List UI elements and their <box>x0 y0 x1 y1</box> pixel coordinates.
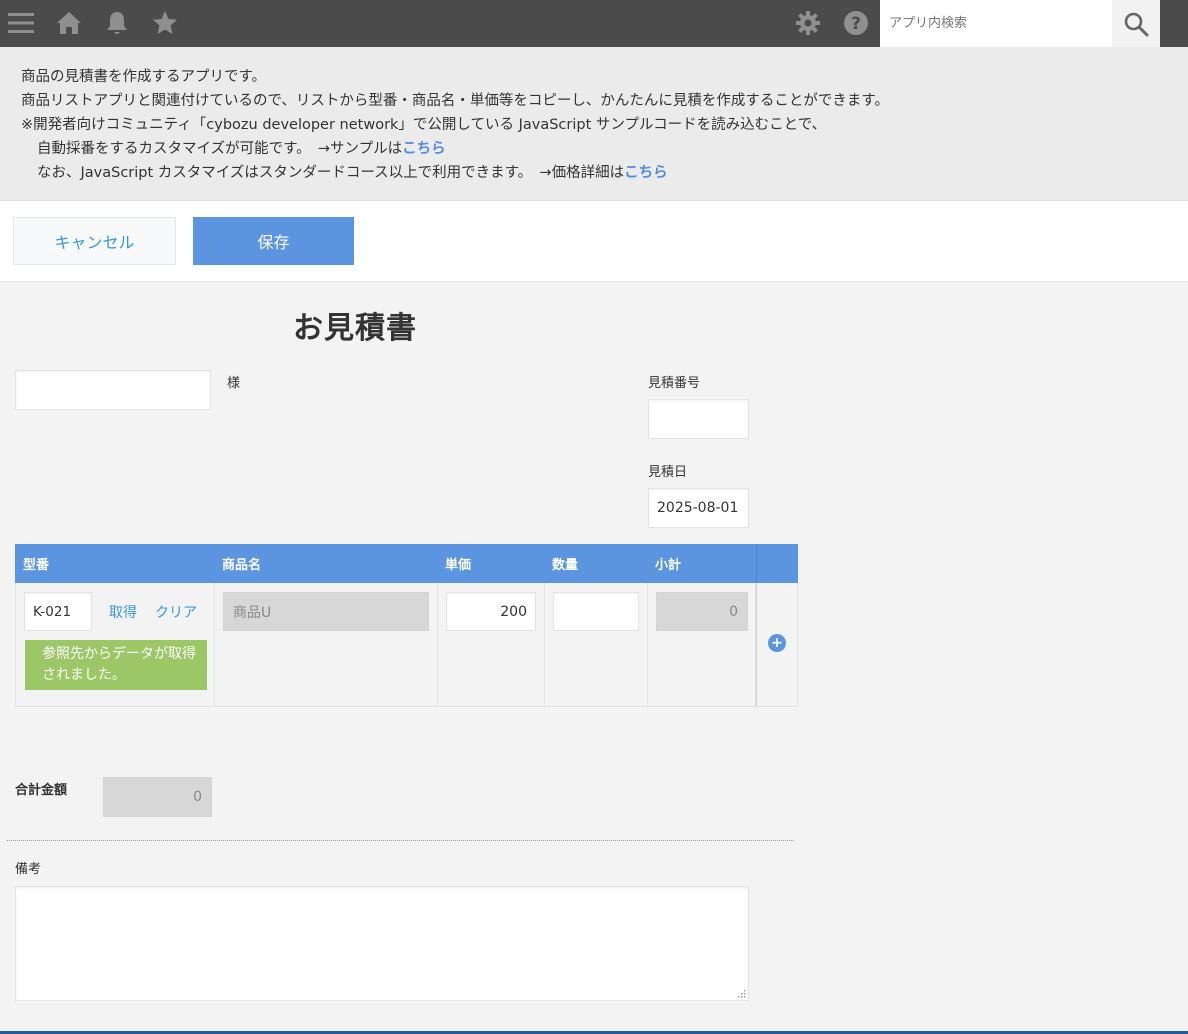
header-quantity: 数量 <box>552 558 579 573</box>
app-description: 商品の見積書を作成するアプリです。 商品リストアプリと関連付けているので、リスト… <box>0 47 1188 201</box>
menu-icon[interactable] <box>3 6 39 40</box>
save-button[interactable]: 保存 <box>193 217 354 265</box>
cell-divider <box>544 583 545 706</box>
cell-divider <box>647 583 648 706</box>
svg-text:?: ? <box>851 14 861 34</box>
search-button[interactable] <box>1112 0 1160 47</box>
section-divider <box>7 840 794 841</box>
quote-number-field[interactable] <box>648 399 749 439</box>
table-row: K-021 取得 クリア 参照先からデータが取得されました。 商品U 200 0 <box>15 583 756 707</box>
row-actions: + <box>756 583 798 707</box>
cell-divider <box>437 583 438 706</box>
header-model-no: 型番 <box>23 558 50 573</box>
model-no-field[interactable]: K-021 <box>24 592 92 631</box>
quote-number-label: 見積番号 <box>648 376 701 391</box>
subtotal-field: 0 <box>656 592 748 631</box>
table-header: 型番 商品名 単価 数量 小計 <box>15 544 798 583</box>
add-row-icon[interactable]: + <box>768 634 786 652</box>
total-label: 合計金額 <box>15 783 68 798</box>
fetch-link[interactable]: 取得 <box>109 602 137 622</box>
form-title: お見積書 <box>293 311 417 346</box>
gear-icon[interactable] <box>790 6 826 40</box>
desc-line: 商品リストアプリと関連付けているので、リストから型番・商品名・単価等をコピーし、… <box>21 93 889 109</box>
header-divider <box>756 544 757 583</box>
desc-line: なお、JavaScript カスタマイズはスタンダードコース以上で利用できます。… <box>21 161 1188 185</box>
search-input[interactable] <box>880 0 1112 47</box>
items-table: 型番 商品名 単価 数量 小計 K-021 取得 クリア 参照先からデータが取得… <box>15 544 798 707</box>
quantity-field[interactable] <box>553 592 639 631</box>
desc-line: ※開発者向けコミュニティ「cybozu developer network」で公… <box>21 117 827 133</box>
search-box <box>880 0 1160 47</box>
desc-text: 自動採番をするカスタマイズが可能です。 →サンプルは <box>37 141 403 157</box>
unit-price-field[interactable]: 200 <box>446 592 536 631</box>
header-subtotal: 小計 <box>655 558 682 573</box>
remarks-label: 備考 <box>15 862 42 877</box>
pricing-link[interactable]: こちら <box>624 165 668 181</box>
sample-link[interactable]: こちら <box>402 141 446 157</box>
desc-text: なお、JavaScript カスタマイズはスタンダードコース以上で利用できます。… <box>37 165 625 181</box>
customer-name-field[interactable] <box>15 370 211 410</box>
star-icon[interactable] <box>147 6 183 40</box>
remarks-textarea[interactable] <box>15 886 749 1001</box>
top-bar: ? <box>0 0 1188 47</box>
bell-icon[interactable] <box>99 6 135 40</box>
lookup-notice: 参照先からデータが取得されました。 <box>25 640 207 690</box>
clear-link[interactable]: クリア <box>155 602 197 622</box>
desc-line: 商品の見積書を作成するアプリです。 <box>21 69 267 85</box>
quote-date-label: 見積日 <box>648 465 688 480</box>
search-icon <box>1124 12 1149 36</box>
home-icon[interactable] <box>51 6 87 40</box>
resize-grip-icon[interactable] <box>736 988 746 998</box>
header-unit-price: 単価 <box>445 558 472 573</box>
cancel-button[interactable]: キャンセル <box>13 217 176 265</box>
quote-date-field[interactable]: 2025-08-01 <box>648 488 749 528</box>
cell-divider <box>214 583 215 706</box>
customer-suffix: 様 <box>227 376 241 391</box>
header-product-name: 商品名 <box>222 558 262 573</box>
help-icon[interactable]: ? <box>838 6 874 40</box>
product-name-field: 商品U <box>223 592 429 631</box>
action-bar: キャンセル 保存 <box>0 201 1188 282</box>
total-field: 0 <box>103 777 212 817</box>
desc-line: 自動採番をするカスタマイズが可能です。 →サンプルはこちら <box>21 137 1188 161</box>
